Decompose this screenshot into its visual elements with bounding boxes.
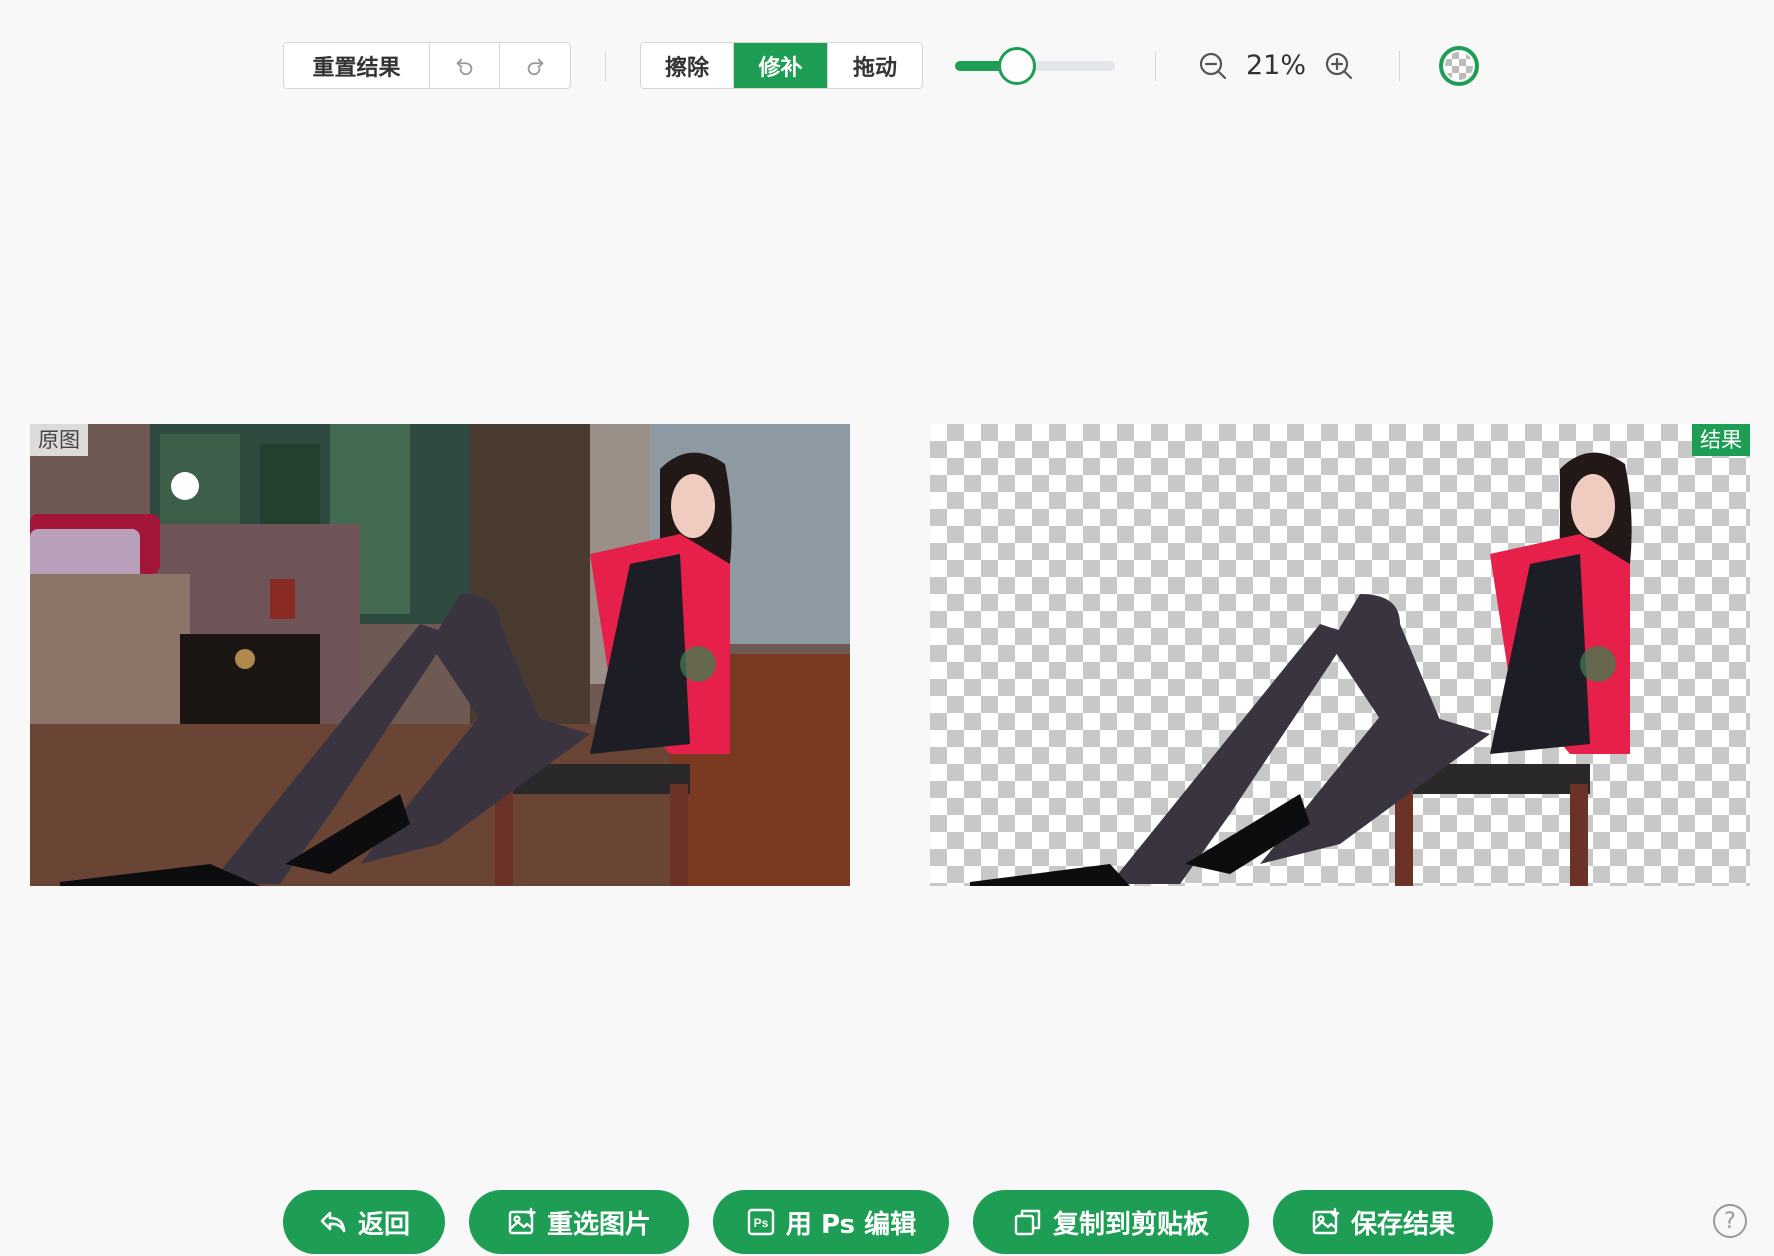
image-icon [508,1207,536,1235]
brush-size-slider[interactable] [955,42,1115,89]
help-button[interactable]: ? [1713,1204,1747,1238]
result-image-panel[interactable]: 结果 [930,424,1750,886]
toolbar-divider [1399,50,1400,81]
zoom-level: 21% [1245,50,1306,81]
save-image-icon [1312,1207,1340,1235]
copy-to-clipboard-button[interactable]: 复制到剪贴板 [973,1190,1249,1254]
zoom-out-button[interactable] [1196,49,1230,83]
back-label: 返回 [357,1209,410,1240]
mode-repair-button[interactable]: 修补 [734,43,828,88]
redo-icon [527,58,544,75]
brush-cursor [680,646,716,682]
brush-cursor [1580,646,1616,682]
zoom-in-icon [1325,52,1353,79]
copy-to-clipboard-label: 复制到剪贴板 [1052,1209,1209,1240]
ps-icon: Ps [747,1208,775,1236]
svg-text:Ps: Ps [754,1216,769,1230]
mode-switch: 擦除 修补 拖动 [640,42,923,89]
save-result-label: 保存结果 [1350,1209,1455,1240]
cutout-editor: 重置结果 擦除 修补 拖动 21% 原图 结果 返回 重选图片 Ps 用 Ps … [0,0,1774,1256]
redo-button[interactable] [500,43,570,88]
zoom-out-icon [1199,52,1227,79]
slider-thumb[interactable] [998,47,1037,85]
background-toggle-button[interactable] [1439,45,1479,86]
zoom-in-button[interactable] [1322,49,1356,83]
edit-in-ps-label: 用 Ps 编辑 [785,1209,917,1240]
save-result-button[interactable]: 保存结果 [1273,1190,1493,1254]
original-image-panel[interactable]: 原图 [30,424,850,886]
reset-result-button[interactable]: 重置结果 [284,43,430,88]
history-group: 重置结果 [283,42,571,89]
original-photo [30,424,850,886]
undo-button[interactable] [430,43,500,88]
reselect-image-label: 重选图片 [546,1209,651,1240]
back-button[interactable]: 返回 [283,1190,445,1254]
undo-icon [455,58,472,75]
copy-icon [1014,1209,1041,1236]
mode-erase-button[interactable]: 擦除 [641,43,734,88]
action-bar: 返回 重选图片 Ps 用 Ps 编辑 复制到剪贴板 保存结果 [283,1190,1493,1254]
back-icon [320,1211,346,1233]
cutout-result [970,452,1632,886]
reselect-image-button[interactable]: 重选图片 [469,1190,689,1254]
result-label: 结果 [1692,424,1750,456]
toolbar: 重置结果 擦除 修补 拖动 21% [283,42,1479,89]
toolbar-divider [605,50,606,81]
edit-in-ps-button[interactable]: Ps 用 Ps 编辑 [713,1190,949,1254]
toolbar-divider [1155,50,1156,81]
original-label: 原图 [30,424,88,456]
mode-drag-button[interactable]: 拖动 [828,43,922,88]
help-icon: ? [1724,1208,1736,1234]
transparent-bg-icon [1445,51,1473,80]
